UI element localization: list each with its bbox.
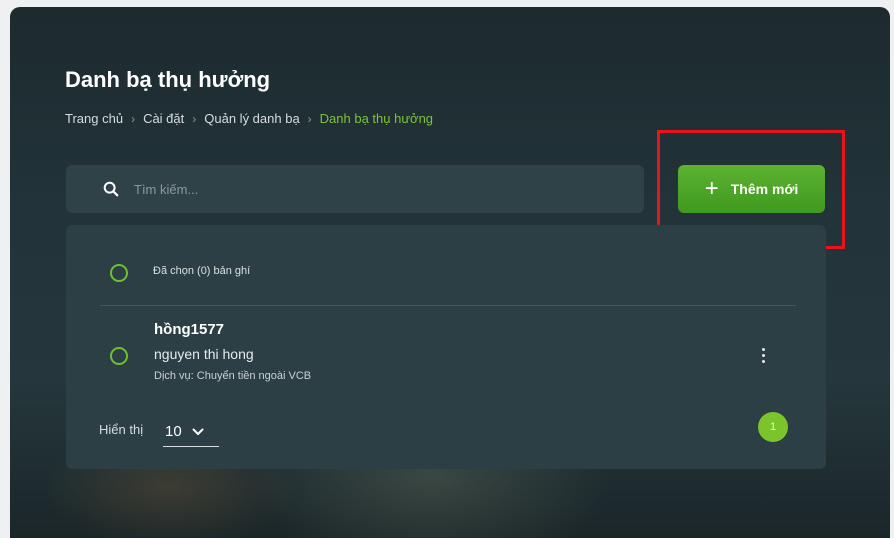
chevron-down-icon	[192, 428, 204, 435]
select-all-radio[interactable]	[110, 264, 128, 282]
page-size-label: Hiển thị	[99, 422, 144, 437]
contact-nickname: hồng1577	[154, 321, 225, 338]
breadcrumb-separator: ›	[307, 111, 312, 126]
contact-full-name: nguyen thi hong	[154, 346, 254, 362]
page-number-button[interactable]: 1	[758, 412, 788, 442]
breadcrumb: Trang chủ › Cài đặt › Quản lý danh bạ › …	[65, 111, 433, 126]
contact-service: Dịch vụ: Chuyển tiền ngoài VCB	[154, 370, 312, 382]
selected-count-label: Đã chọn (0) bản ghí	[153, 265, 251, 277]
page-size-value: 10	[165, 423, 182, 440]
breadcrumb-item-home[interactable]: Trang chủ	[65, 111, 123, 126]
breadcrumb-item-settings[interactable]: Cài đặt	[143, 111, 184, 126]
breadcrumb-separator: ›	[192, 111, 197, 126]
page-size-select[interactable]: 10	[163, 417, 219, 447]
main-card: Danh bạ thụ hưởng Trang chủ › Cài đặt › …	[10, 7, 890, 538]
breadcrumb-item-current: Danh bạ thụ hưởng	[319, 111, 434, 126]
more-options-icon[interactable]	[756, 343, 770, 367]
page-title: Danh bạ thụ hưởng	[65, 67, 271, 92]
search-bar	[66, 165, 644, 213]
contact-list-panel: Đã chọn (0) bản ghí hồng1577 nguyen thi …	[66, 225, 826, 469]
breadcrumb-item-contacts[interactable]: Quản lý danh bạ	[204, 111, 299, 126]
row-select-radio[interactable]	[110, 347, 128, 365]
divider	[100, 305, 796, 306]
search-icon	[103, 181, 119, 197]
search-input[interactable]	[132, 180, 556, 198]
breadcrumb-separator: ›	[131, 111, 136, 126]
